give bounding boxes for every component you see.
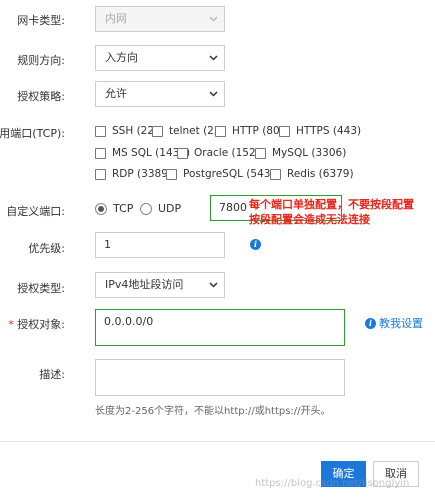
custom-port-label: 自定义端口: — [6, 205, 65, 218]
checkbox-icon — [215, 125, 226, 137]
info-icon[interactable]: i — [250, 239, 261, 250]
nic-type-select: 内网 — [95, 6, 225, 32]
protocol-radio-udp[interactable]: UDP — [140, 202, 181, 218]
checkbox-icon — [95, 125, 106, 137]
port-checkbox-mysql[interactable]: MySQL (3306) — [255, 147, 346, 159]
auth-object-label: * 授权对象: — [8, 316, 65, 332]
checkbox-label: MySQL (3306) — [272, 147, 347, 159]
auth-object-textarea[interactable]: 0.0.0.0/0 — [95, 309, 345, 346]
auth-type-value: IPv4地址段访问 — [105, 278, 184, 291]
description-hint: 长度为2-256个字符，不能以http://或https://开头。 — [95, 406, 331, 417]
auth-object-label-text: 授权对象: — [17, 318, 65, 331]
checkbox-icon — [270, 168, 281, 180]
checkbox-icon — [95, 147, 106, 159]
help-link[interactable]: i 教我设置 — [365, 315, 423, 331]
direction-label: 规则方向: — [17, 54, 65, 67]
annotation-line: 按段配置会造成无法连接 — [249, 213, 370, 226]
description-textarea[interactable] — [95, 359, 345, 396]
port-checkbox-ssh[interactable]: SSH (22) — [95, 125, 158, 137]
chevron-down-icon — [209, 273, 218, 297]
info-icon: i — [365, 317, 376, 329]
checkbox-label: PostgreSQL (5432) — [183, 168, 282, 180]
annotation-line: 每个端口单独配置，不要按段配置 — [249, 198, 414, 211]
help-link-text: 教我设置 — [379, 317, 423, 330]
required-mark: * — [8, 318, 14, 331]
checkbox-label: HTTPS (443) — [296, 125, 362, 137]
watermark: https://blog.csdn.net/lisonglyin — [255, 478, 410, 489]
direction-select[interactable]: 入方向 — [95, 45, 225, 71]
auth-type-select[interactable]: IPv4地址段访问 — [95, 272, 225, 298]
direction-value: 入方向 — [105, 51, 138, 64]
checkbox-label: HTTP (80) — [232, 125, 284, 137]
port-checkbox-redis[interactable]: Redis (6379) — [270, 168, 354, 180]
port-checkbox-mssql[interactable]: MS SQL (1433) — [95, 147, 190, 159]
priority-label: 优先级: — [28, 242, 65, 255]
custom-port-value: 7800 — [219, 201, 247, 214]
radio-unchecked-icon — [140, 202, 152, 215]
chevron-down-icon — [209, 46, 218, 70]
radio-checked-icon — [95, 202, 107, 215]
nic-type-value: 内网 — [105, 12, 127, 25]
port-checkbox-postgresql[interactable]: PostgreSQL (5432) — [166, 168, 281, 180]
port-checkbox-oracle[interactable]: Oracle (1521) — [177, 147, 266, 159]
auth-object-value: 0.0.0.0/0 — [104, 315, 154, 328]
checkbox-icon — [95, 168, 106, 180]
chevron-down-icon — [209, 7, 218, 31]
footer-divider — [0, 441, 435, 442]
radio-label: UDP — [158, 202, 182, 215]
checkbox-label: Redis (6379) — [287, 168, 354, 180]
common-ports-label: 常用端口(TCP): — [0, 127, 65, 140]
checkbox-icon — [255, 147, 266, 159]
policy-label: 授权策略: — [17, 90, 65, 103]
checkbox-icon — [177, 147, 188, 159]
port-config-annotation: 每个端口单独配置，不要按段配置 按段配置会造成无法连接 — [249, 197, 414, 227]
port-checkbox-http[interactable]: HTTP (80) — [215, 125, 284, 137]
port-checkbox-rdp[interactable]: RDP (3389) — [95, 168, 172, 180]
priority-value: 1 — [104, 238, 111, 251]
protocol-radio-tcp[interactable]: TCP — [95, 202, 133, 218]
port-checkbox-telnet[interactable]: telnet (23) — [152, 125, 225, 137]
auth-type-label: 授权类型: — [17, 282, 65, 295]
policy-value: 允许 — [105, 87, 127, 100]
checkbox-icon — [279, 125, 290, 137]
port-checkbox-https[interactable]: HTTPS (443) — [279, 125, 361, 137]
checkbox-label: RDP (3389) — [112, 168, 172, 180]
checkbox-icon — [166, 168, 177, 180]
description-label: 描述: — [39, 368, 65, 381]
nic-type-label: 网卡类型: — [17, 14, 65, 27]
policy-select[interactable]: 允许 — [95, 81, 225, 107]
chevron-down-icon — [209, 82, 218, 106]
radio-label: TCP — [113, 202, 134, 215]
priority-input[interactable]: 1 — [95, 232, 225, 258]
checkbox-icon — [152, 125, 163, 137]
